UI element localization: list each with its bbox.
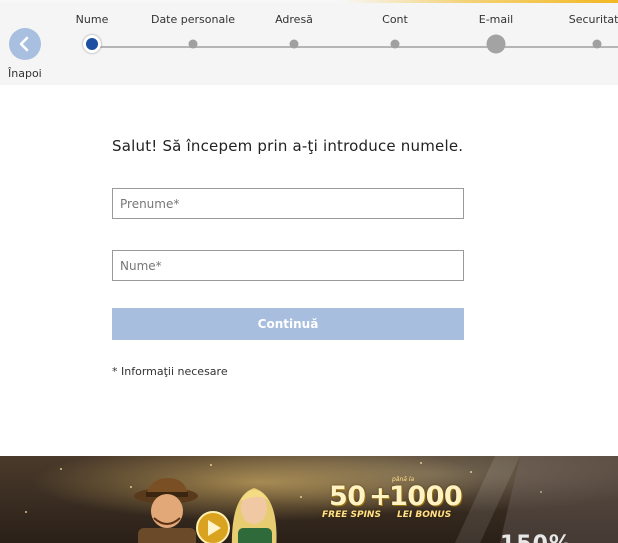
banner-artwork	[134, 456, 618, 543]
promo-plus: +	[369, 481, 392, 512]
last-name-input[interactable]	[112, 250, 464, 281]
registration-progress-header: Înapoi Nume Date personale Adresă Cont E…	[0, 3, 618, 85]
first-name-input[interactable]	[112, 188, 464, 219]
promo-spins-value: 50	[329, 481, 366, 512]
continue-button[interactable]: Continuă	[112, 308, 464, 340]
back-button[interactable]	[9, 28, 41, 60]
adventurer-figure-icon	[134, 478, 198, 543]
step-dot-nume[interactable]	[83, 35, 101, 53]
step-dot-email[interactable]	[486, 34, 506, 54]
step-label-adresa: Adresă	[275, 13, 313, 26]
play-emblem-icon	[196, 511, 230, 543]
step-dot-securitate[interactable]	[592, 39, 602, 49]
promo-trailing-text: 150% ...	[500, 532, 609, 543]
promo-bonus-value: 1000	[389, 481, 463, 512]
promo-bonus-prefix: până la	[392, 476, 415, 483]
promo-spins-label: FREE SPINS	[322, 510, 381, 520]
step-label-securitate: Securitate	[568, 13, 618, 26]
form-heading: Salut! Să începem prin a-ţi introduce nu…	[112, 137, 464, 155]
back-label: Înapoi	[8, 67, 42, 80]
progress-track	[93, 46, 618, 48]
promo-banner[interactable]: 50 + 1000 până la FREE SPINS LEI BONUS 1…	[0, 456, 618, 543]
required-fields-note: * Informaţii necesare	[112, 365, 228, 378]
blonde-figure-icon	[231, 488, 277, 543]
step-dot-date-personale[interactable]	[188, 39, 198, 49]
step-dot-adresa[interactable]	[289, 39, 299, 49]
step-label-email: E-mail	[478, 13, 514, 26]
chevron-left-icon	[19, 36, 29, 52]
step-label-nume: Nume	[75, 13, 109, 26]
step-label-cont: Cont	[382, 13, 408, 26]
step-dot-cont[interactable]	[390, 39, 400, 49]
promo-bonus-label: LEI BONUS	[397, 510, 452, 520]
step-label-date-personale: Date personale	[150, 13, 236, 26]
